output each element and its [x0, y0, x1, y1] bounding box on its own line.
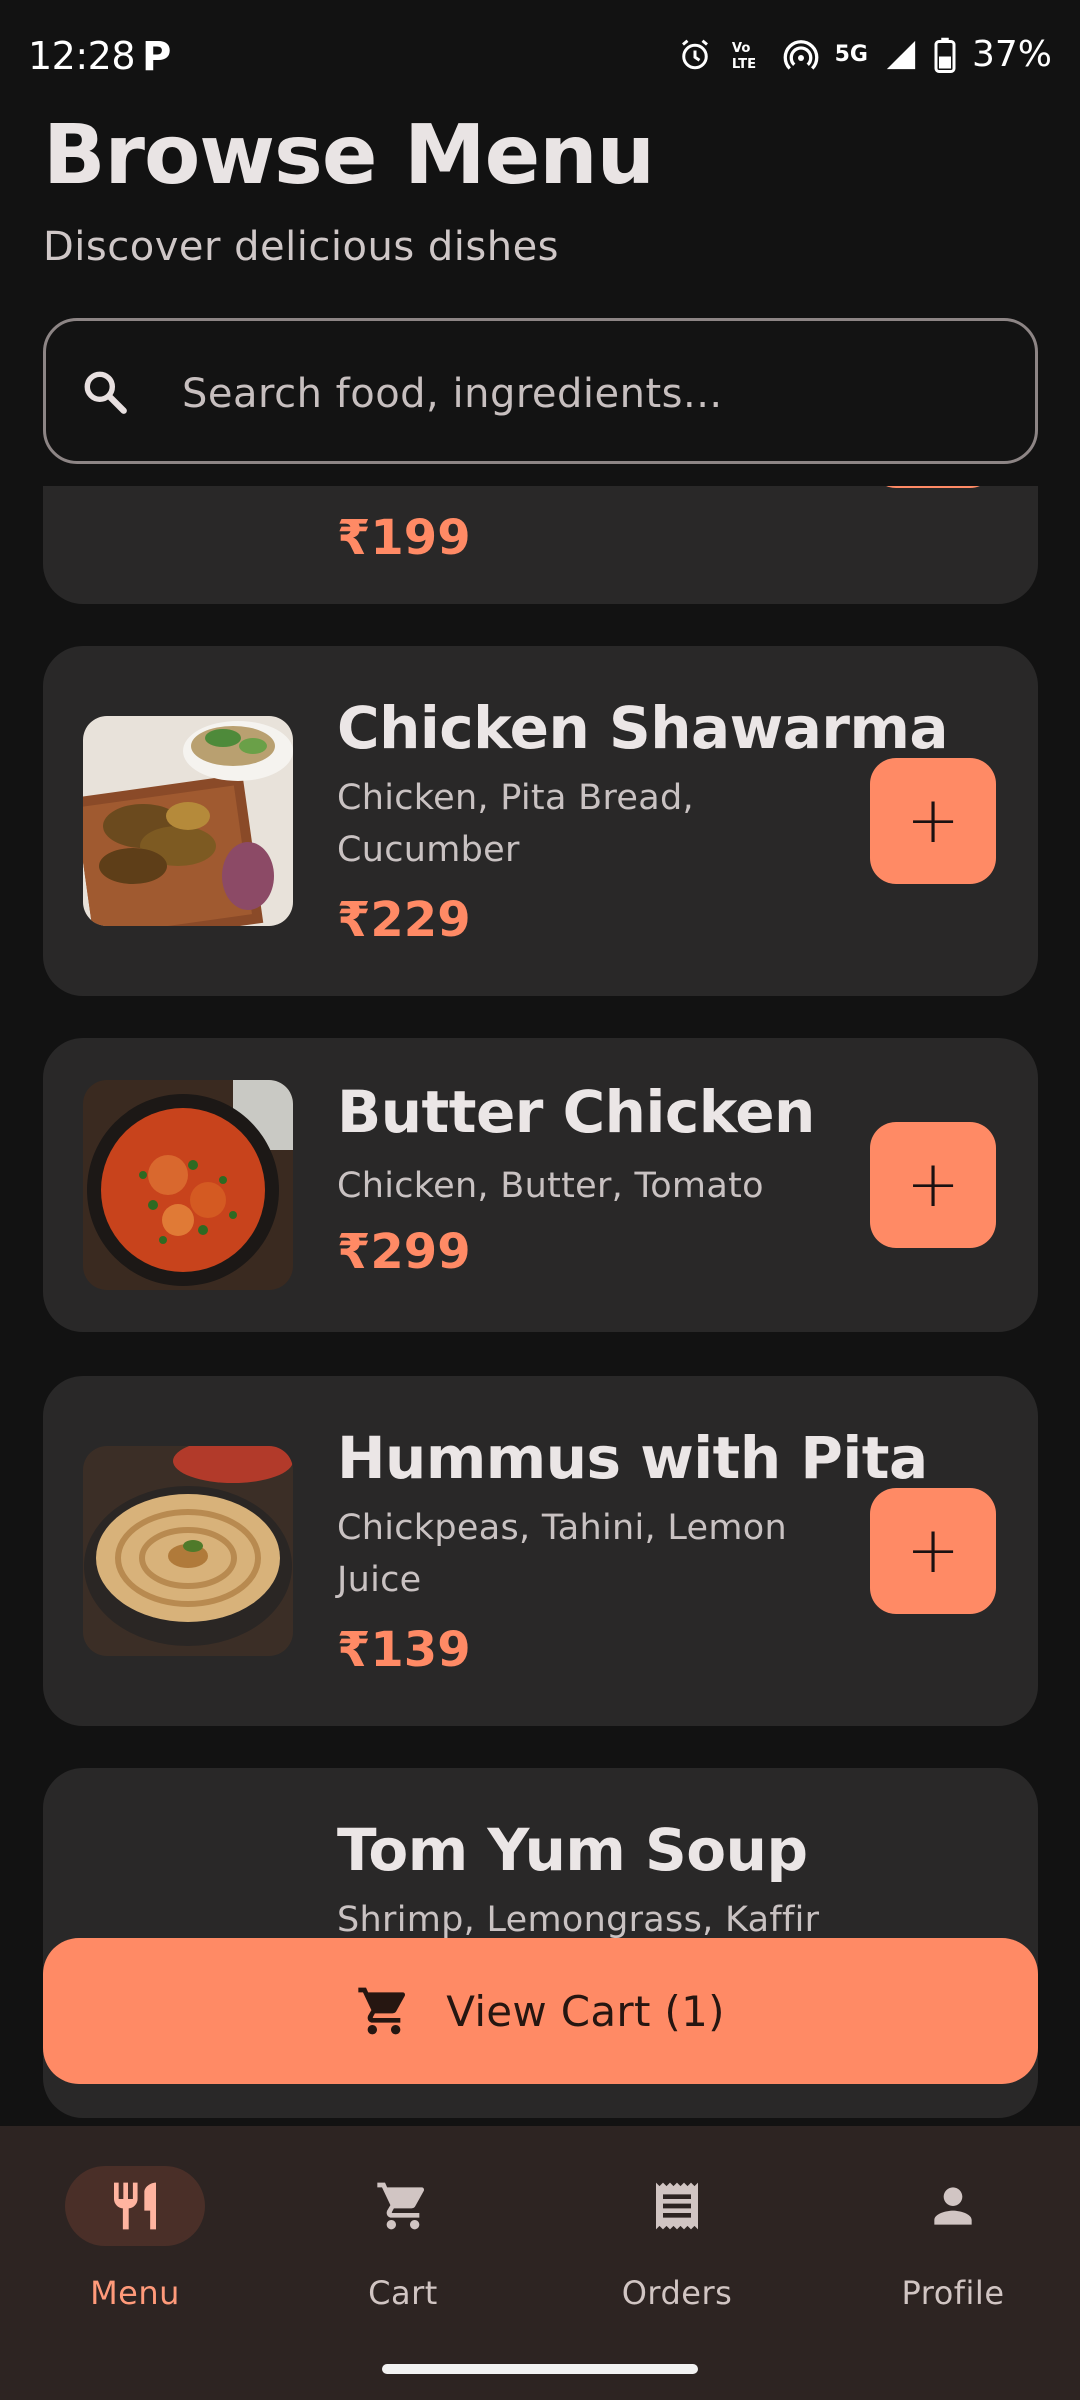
search-input[interactable]: Search food, ingredients... — [43, 318, 1038, 464]
menu-screen: 12:28 P Vo LTE 5G 37% Browse Menu Discove… — [0, 0, 1080, 2400]
bottom-navigation: Menu Cart Orders Profile — [0, 2126, 1080, 2400]
menu-item-price: ₹229 — [337, 892, 471, 948]
receipt-icon — [656, 2182, 698, 2230]
nav-label-orders: Orders — [621, 2274, 733, 2312]
add-to-cart-button[interactable]: + — [870, 486, 996, 488]
hotspot-icon — [783, 39, 818, 70]
nav-label-profile: Profile — [901, 2274, 1005, 2312]
menu-item-name: Hummus with Pita — [337, 1424, 928, 1492]
nav-item-cart[interactable]: Cart — [268, 2160, 538, 2340]
plus-icon: + — [906, 784, 960, 858]
volte-icon: VoLTE — [732, 41, 756, 72]
menu-item-price: ₹299 — [337, 1224, 471, 1280]
nav-indicator — [65, 2166, 205, 2246]
plus-icon: + — [906, 1148, 960, 1222]
menu-item-card[interactable]: Chicken Shawarma Chicken, Pita Bread, Cu… — [43, 646, 1038, 996]
menu-list[interactable]: ₹199 + C — [0, 486, 1080, 2126]
cart-icon — [377, 2182, 424, 2230]
battery-icon — [934, 37, 956, 73]
menu-item-price: ₹199 — [337, 510, 471, 566]
menu-item-card[interactable]: ₹199 + — [43, 486, 1038, 604]
search-icon — [84, 371, 127, 414]
person-icon — [934, 2187, 972, 2225]
add-to-cart-button[interactable]: + — [870, 1122, 996, 1248]
menu-item-card[interactable]: Butter Chicken Chicken, Butter, Tomato ₹… — [43, 1038, 1038, 1332]
cart-icon — [358, 1987, 406, 2035]
signal-icon — [886, 40, 916, 69]
home-indicator[interactable] — [382, 2364, 698, 2374]
menu-item-price: ₹139 — [337, 1622, 471, 1678]
status-icons: Vo LTE 5G 37% — [677, 34, 1052, 75]
chicken-shawarma-image — [83, 716, 293, 926]
status-bar: 12:28 P Vo LTE 5G 37% — [0, 0, 1080, 116]
menu-item-description: Chickpeas, Tahini, Lemon Juice — [337, 1508, 787, 1600]
nav-label-cart: Cart — [368, 2274, 438, 2312]
restaurant-icon — [114, 2182, 156, 2230]
menu-item-description: Chicken, Pita Bread, Cucumber — [337, 778, 694, 870]
add-to-cart-button[interactable]: + — [870, 758, 996, 884]
plus-icon: + — [906, 1514, 960, 1588]
menu-item-name: Butter Chicken — [337, 1078, 815, 1146]
nav-label-menu: Menu — [90, 2274, 180, 2312]
page-subtitle: Discover delicious dishes — [43, 224, 560, 270]
nav-item-profile[interactable]: Profile — [818, 2160, 1080, 2340]
menu-item-card[interactable]: Hummus with Pita Chickpeas, Tahini, Lemo… — [43, 1376, 1038, 1726]
parking-app-icon: P — [142, 34, 172, 80]
svg-text:Vo: Vo — [732, 41, 750, 56]
menu-item-name: Chicken Shawarma — [337, 694, 949, 762]
page-title: Browse Menu — [43, 108, 655, 203]
battery-percent: 37% — [971, 34, 1052, 75]
network-type: 5G — [834, 41, 868, 67]
nav-item-menu[interactable]: Menu — [0, 2160, 270, 2340]
search-placeholder: Search food, ingredients... — [182, 371, 723, 417]
menu-item-name: Tom Yum Soup — [337, 1816, 808, 1884]
svg-text:LTE: LTE — [732, 57, 756, 72]
nav-item-orders[interactable]: Orders — [542, 2160, 812, 2340]
view-cart-label: View Cart (1) — [446, 1986, 725, 2036]
hummus-with-pita-image — [83, 1446, 293, 1656]
butter-chicken-image — [83, 1080, 293, 1290]
status-time: 12:28 — [28, 34, 136, 78]
alarm-icon — [681, 39, 708, 69]
menu-item-description: Chicken, Butter, Tomato — [337, 1166, 764, 1206]
add-to-cart-button[interactable]: + — [870, 1488, 996, 1614]
view-cart-button[interactable]: View Cart (1) — [43, 1938, 1038, 2084]
